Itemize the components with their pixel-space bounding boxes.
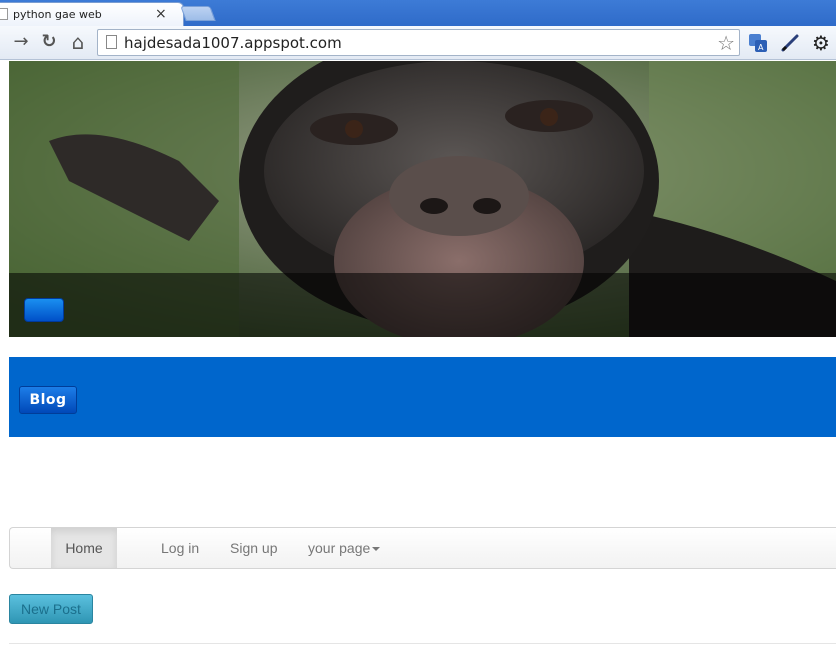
- blog-button[interactable]: Blog: [19, 386, 77, 414]
- tab-title: python gae web: [13, 8, 102, 21]
- hero-caption-overlay: [9, 273, 836, 337]
- nav-your-page-label: your page: [308, 540, 371, 556]
- reload-icon[interactable]: ↻: [38, 31, 60, 53]
- blog-banner: Blog: [9, 357, 836, 437]
- pen-icon[interactable]: [780, 33, 800, 53]
- bookmark-star-icon[interactable]: ☆: [717, 31, 735, 55]
- browser-toolbar: → ↻ ⌂ hajdesada1007.appspot.com ☆: [0, 26, 836, 60]
- hero-button[interactable]: [24, 298, 64, 322]
- hero-banner: [9, 61, 836, 337]
- translate-icon[interactable]: A: [748, 33, 768, 53]
- new-post-button[interactable]: New Post: [9, 594, 93, 624]
- address-url[interactable]: hajdesada1007.appspot.com: [124, 34, 342, 52]
- divider: [9, 643, 836, 644]
- tab-close-icon[interactable]: ×: [155, 6, 167, 22]
- nav-home[interactable]: Home: [51, 528, 117, 568]
- address-bar[interactable]: hajdesada1007.appspot.com ☆: [97, 29, 740, 56]
- home-icon[interactable]: ⌂: [67, 31, 89, 53]
- tab-strip: python gae web ×: [0, 0, 836, 26]
- nav-your-page-dropdown[interactable]: your page: [308, 528, 381, 568]
- main-navbar: Home Log in Sign up your page: [9, 527, 836, 569]
- forward-icon[interactable]: →: [10, 31, 32, 53]
- caret-down-icon: [372, 547, 381, 552]
- page-icon: [106, 35, 117, 49]
- gear-icon[interactable]: ⚙: [812, 31, 830, 55]
- nav-signup[interactable]: Sign up: [230, 528, 277, 568]
- svg-text:A: A: [758, 43, 764, 52]
- page-favicon-icon: [0, 8, 8, 20]
- browser-tab[interactable]: python gae web ×: [0, 2, 184, 26]
- new-tab-button[interactable]: [180, 6, 216, 21]
- nav-login[interactable]: Log in: [161, 528, 199, 568]
